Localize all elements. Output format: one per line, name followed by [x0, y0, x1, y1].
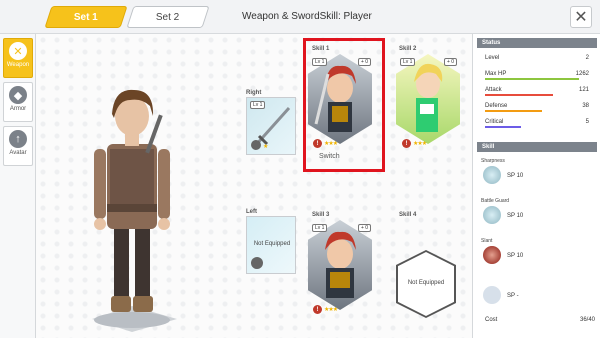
rarity-stars: ★	[263, 144, 268, 150]
slot-label-skill-1: Skill 1	[312, 46, 330, 52]
right-weapon-slot[interactable]: Lv 1 ★	[246, 97, 296, 155]
nav-avatar[interactable]: ↑ Avatar	[3, 126, 33, 166]
stat-level: Level 2	[485, 55, 589, 61]
status-panel: Status Level 2 Max HP 1262 Attack 121 De…	[472, 34, 600, 338]
equipment-area: Right Lv 1 ★ Left Not Equipped Skill 1 L…	[36, 34, 472, 338]
slot-label-skill-2: Skill 2	[399, 46, 417, 52]
empty-skill-icon[interactable]	[483, 286, 501, 304]
crossed-swords-icon: ✕	[9, 42, 27, 60]
max-hp-bar	[485, 78, 579, 80]
battle-guard-icon	[483, 206, 501, 224]
skill-header: Skill	[477, 142, 597, 152]
up-arrow-icon: ↑	[9, 130, 27, 148]
sharpness-icon	[483, 166, 501, 184]
element-icon	[251, 257, 263, 269]
page-title: Weapon & SwordSkill: Player	[242, 11, 372, 22]
stat-defense: Defense 38	[485, 102, 589, 112]
rarity-stars: ★★★	[413, 141, 427, 147]
rarity-stars: ★★★	[324, 141, 338, 147]
passive-skill-slant[interactable]: Slant	[481, 238, 597, 244]
cost-row: Cost 36/40	[485, 317, 595, 323]
warning-icon: !	[402, 139, 411, 148]
tab-set-1[interactable]: Set 1	[44, 6, 128, 28]
passive-skill-battle-guard[interactable]: Battle Guard	[481, 198, 597, 204]
warning-icon: !	[313, 139, 322, 148]
slot-label-skill-4: Skill 4	[399, 212, 417, 218]
player-avatar	[92, 89, 177, 332]
stat-attack: Attack 121	[485, 86, 589, 96]
element-icon	[251, 140, 261, 150]
left-weapon-slot[interactable]: Not Equipped	[246, 216, 296, 274]
slot-label-skill-3: Skill 3	[312, 212, 330, 218]
tab-set-2[interactable]: Set 2	[126, 6, 210, 28]
status-header: Status	[477, 38, 597, 48]
skill-1-name: Switch	[319, 153, 340, 160]
stat-max-hp: Max HP 1262	[485, 70, 589, 80]
slant-icon	[483, 246, 501, 264]
nav-armor[interactable]: ◆ Armor	[3, 82, 33, 122]
rarity-stars: ★★★	[324, 307, 338, 313]
defense-bar	[485, 110, 543, 112]
stat-critical: Critical 5	[485, 118, 589, 128]
critical-bar	[485, 126, 522, 128]
close-icon: ✕	[574, 9, 588, 26]
attack-bar	[485, 94, 553, 96]
top-bar: Set 1 Set 2 Weapon & SwordSkill: Player …	[0, 0, 600, 34]
left-nav: ✕ Weapon ◆ Armor ↑ Avatar	[0, 34, 36, 338]
nav-weapon[interactable]: ✕ Weapon	[3, 38, 33, 78]
warning-icon: !	[313, 305, 322, 314]
slot-label-left: Left	[246, 209, 257, 215]
close-button[interactable]: ✕	[570, 6, 592, 28]
shield-icon: ◆	[9, 86, 27, 104]
passive-skill-sharpness[interactable]: Sharpness	[481, 158, 597, 164]
slot-label-right: Right	[246, 90, 262, 96]
